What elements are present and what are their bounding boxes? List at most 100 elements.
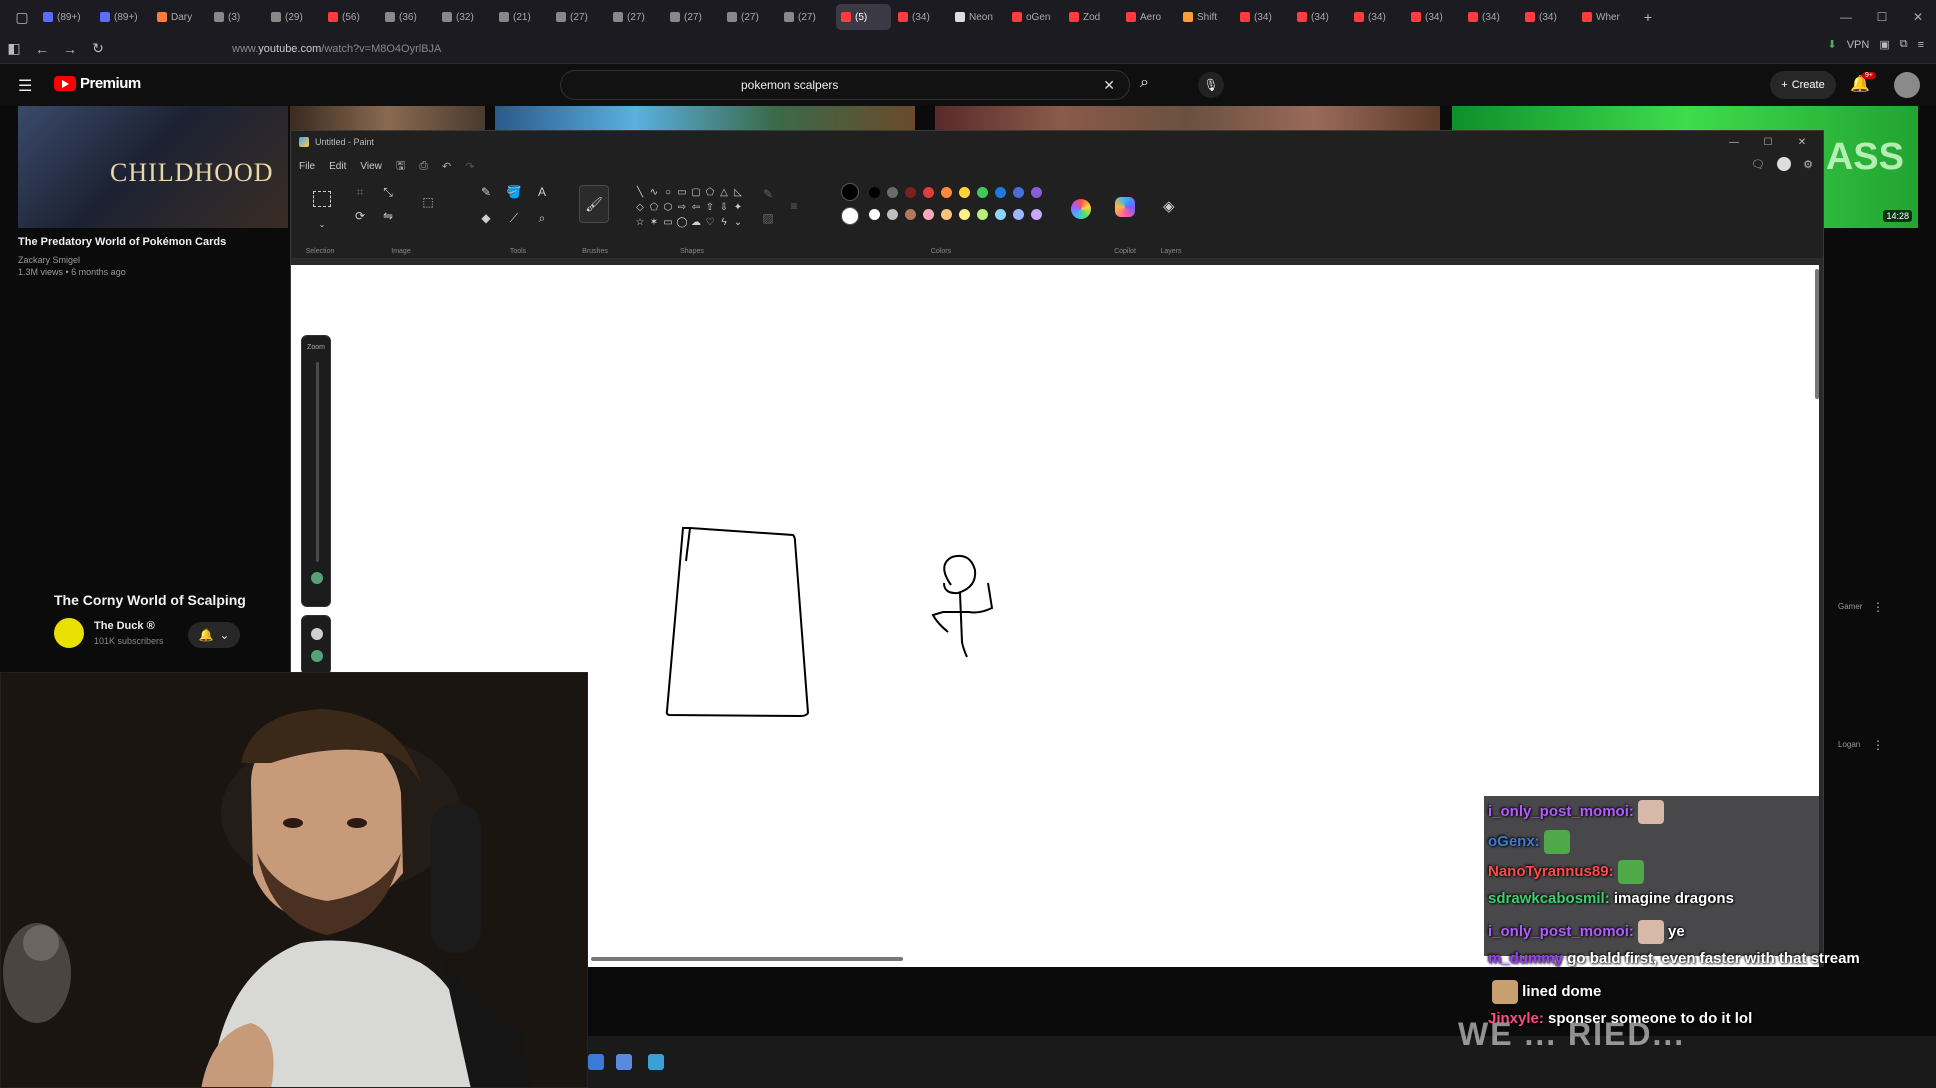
forward-icon[interactable]: →: [56, 35, 84, 63]
paint-taskbar-icon[interactable]: [648, 1054, 664, 1070]
browser-tab[interactable]: Neon: [950, 4, 1005, 30]
color-swatch[interactable]: [923, 187, 934, 198]
color-swatch[interactable]: [995, 209, 1006, 220]
browser-tab[interactable]: (29): [266, 4, 321, 30]
left-arrow-shape-icon[interactable]: ⇦: [689, 200, 703, 215]
callout-cloud-shape-icon[interactable]: ☁: [689, 215, 703, 230]
vpn-badge[interactable]: VPN: [1847, 39, 1870, 51]
menu-icon[interactable]: ≡: [1918, 39, 1924, 51]
color-swatch[interactable]: [959, 209, 970, 220]
browser-tab[interactable]: (32): [437, 4, 492, 30]
magnifier-icon[interactable]: ⌕: [533, 209, 551, 227]
close-icon[interactable]: ✕: [1900, 0, 1936, 34]
new-tab-button[interactable]: +: [1634, 3, 1662, 31]
print-icon[interactable]: ⎙: [419, 160, 428, 173]
color-swatch[interactable]: [977, 209, 988, 220]
more-shapes-icon[interactable]: ⌄: [731, 215, 745, 230]
chat-username[interactable]: i_only_post_momoi:: [1488, 803, 1634, 820]
brush-icon[interactable]: 🖌: [579, 185, 609, 223]
comment-icon[interactable]: 🗨: [1751, 158, 1765, 171]
browser-tab[interactable]: (89+): [95, 4, 150, 30]
color-swatch[interactable]: [1031, 187, 1042, 198]
menu-edit[interactable]: Edit: [329, 161, 346, 172]
browser-tab[interactable]: (34): [1292, 4, 1347, 30]
minimize-icon[interactable]: —: [1717, 131, 1751, 153]
youtube-logo[interactable]: Premium: [54, 75, 141, 92]
browser-tab[interactable]: (21): [494, 4, 549, 30]
chat-username[interactable]: sdrawkcabosmil:: [1488, 890, 1610, 907]
search-input[interactable]: [741, 78, 1041, 92]
right-arrow-shape-icon[interactable]: ⇨: [675, 200, 689, 215]
browser-tab[interactable]: (27): [608, 4, 663, 30]
color-swatch[interactable]: [869, 187, 880, 198]
color-swatch[interactable]: [887, 187, 898, 198]
undo-icon[interactable]: ↶: [442, 160, 451, 173]
rotate-icon[interactable]: ⟳: [351, 207, 369, 225]
browser-tab[interactable]: (34): [1520, 4, 1575, 30]
maximize-icon[interactable]: ☐: [1864, 0, 1900, 34]
color-picker-icon[interactable]: ⟋: [505, 209, 523, 227]
hamburger-menu-icon[interactable]: ☰: [18, 76, 32, 96]
url-field[interactable]: www.youtube.com/watch?v=M8O4OyrlBJA: [232, 43, 441, 55]
wallet-icon[interactable]: ▣: [1879, 38, 1889, 51]
zoom-out-icon[interactable]: [311, 650, 323, 662]
menu-file[interactable]: File: [299, 161, 315, 172]
browser-tab[interactable]: (56): [323, 4, 378, 30]
side-video-thumbnail[interactable]: CHILDHOOD: [18, 106, 288, 228]
zoom-slider[interactable]: Zoom: [301, 335, 331, 607]
browser-tab[interactable]: Wher: [1577, 4, 1632, 30]
taskbar-app-icon[interactable]: [588, 1054, 604, 1070]
outline-icon[interactable]: ✎: [759, 185, 777, 203]
browser-tab[interactable]: Dary: [152, 4, 207, 30]
down-arrow-shape-icon[interactable]: ⇩: [717, 200, 731, 215]
color-swatch[interactable]: [959, 187, 970, 198]
color-swatch[interactable]: [887, 209, 898, 220]
maximize-icon[interactable]: ☐: [1751, 131, 1785, 153]
search-icon[interactable]: ⌕: [1140, 74, 1149, 92]
diamond-shape-icon[interactable]: ◇: [633, 200, 647, 215]
vertical-scrollbar[interactable]: [1815, 269, 1819, 399]
browser-tab[interactable]: (27): [722, 4, 777, 30]
channel-name[interactable]: The Duck ®: [94, 620, 155, 632]
zoom-slider-thumb[interactable]: [311, 572, 323, 584]
color-swatch[interactable]: [905, 209, 916, 220]
redo-icon[interactable]: ↷: [465, 160, 474, 173]
horizontal-scrollbar[interactable]: [591, 957, 903, 961]
color-swatch[interactable]: [977, 187, 988, 198]
star4-shape-icon[interactable]: ✦: [731, 200, 745, 215]
microphone-icon[interactable]: 🎙: [1198, 72, 1224, 98]
browser-tab[interactable]: (3): [209, 4, 264, 30]
star6-shape-icon[interactable]: ✶: [647, 215, 661, 230]
curve-shape-icon[interactable]: ∿: [647, 185, 661, 200]
zoom-in-icon[interactable]: [311, 628, 323, 640]
rounded-rectangle-shape-icon[interactable]: ▢: [689, 185, 703, 200]
tab-actions-icon[interactable]: ▢: [8, 3, 36, 31]
color-swatch[interactable]: [923, 209, 934, 220]
chat-username[interactable]: i_only_post_momoi:: [1488, 923, 1634, 940]
layers-icon[interactable]: ◈: [1163, 197, 1175, 215]
color-swatch[interactable]: [995, 187, 1006, 198]
subscription-bell-button[interactable]: 🔔 ⌄: [188, 622, 240, 648]
rectangle-select-icon[interactable]: [313, 191, 331, 207]
browser-tab[interactable]: (34): [1349, 4, 1404, 30]
resize-icon[interactable]: ⤡: [379, 183, 397, 201]
chevron-down-icon[interactable]: ⌄: [313, 215, 331, 233]
browser-tab[interactable]: (34): [1406, 4, 1461, 30]
back-icon[interactable]: ←: [28, 35, 56, 63]
shape-fill-icon[interactable]: ▨: [759, 209, 777, 227]
settings-icon[interactable]: ⚙: [1803, 158, 1813, 171]
chat-username[interactable]: oGenx:: [1488, 833, 1540, 850]
side-video-channel[interactable]: Zackary Smigel: [18, 255, 80, 265]
heart-shape-icon[interactable]: ♡: [703, 215, 717, 230]
color-swatch[interactable]: [1013, 209, 1024, 220]
browser-tab[interactable]: oGen: [1007, 4, 1062, 30]
reload-icon[interactable]: ↻: [84, 35, 112, 63]
lightning-shape-icon[interactable]: ϟ: [717, 215, 731, 230]
primary-color-swatch[interactable]: [841, 183, 859, 201]
channel-avatar[interactable]: [54, 618, 84, 648]
eraser-icon[interactable]: ◆: [477, 209, 495, 227]
extensions-icon[interactable]: ⧉: [1900, 38, 1908, 51]
browser-tab[interactable]: (27): [779, 4, 834, 30]
save-icon[interactable]: 🖫: [396, 157, 405, 176]
up-arrow-shape-icon[interactable]: ⇧: [703, 200, 717, 215]
